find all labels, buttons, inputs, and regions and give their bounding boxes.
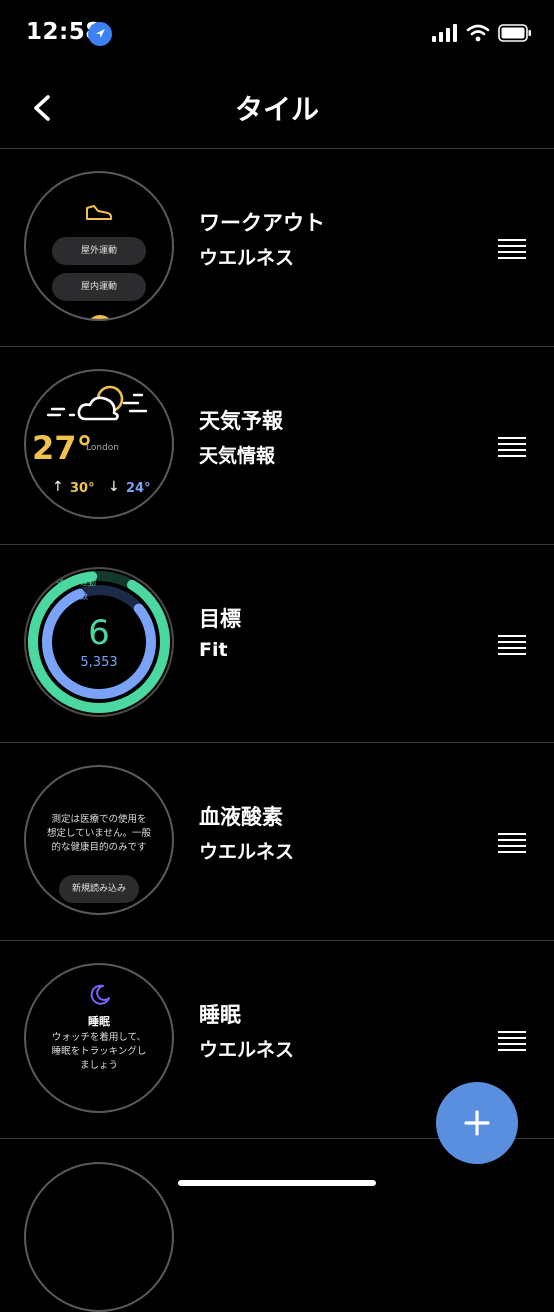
tile-category: 天気情報 (199, 445, 276, 467)
drag-handle-icon[interactable] (498, 437, 526, 459)
tile-row-blood-oxygen[interactable]: 測定は医療での使用を 想定していません。一般 的な健康目的のみです 新規読み込み… (0, 743, 554, 941)
preview-sleep-title: 睡眠 (88, 1015, 110, 1028)
preview-ring-inner-label: 歩数 (72, 592, 88, 601)
shoe-icon (86, 205, 113, 220)
preview-high-temp: 30° (70, 481, 95, 496)
cellular-signal-icon (432, 24, 457, 42)
tile-preview-workout: 屋外運動 屋内運動 (24, 171, 174, 321)
preview-city: London (86, 443, 119, 453)
preview-new-reading-button: 新規読み込み (59, 875, 139, 903)
preview-indoor-button: 屋内運動 (52, 273, 146, 301)
tile-preview-goals: 強めの運動 歩数 6 5,353 (24, 567, 174, 717)
preview-temperature: 27° (32, 429, 93, 467)
tile-name: 血液酸素 (199, 805, 283, 829)
plus-icon (464, 1110, 490, 1136)
add-tile-button[interactable] (436, 1082, 518, 1164)
tile-preview-sleep: 睡眠 ウォッチを着用して、 睡眠をトラッキングし ましょう (24, 963, 174, 1113)
tile-name: ワークアウト (199, 211, 325, 235)
location-arrow-icon (88, 22, 112, 46)
partly-cloudy-icon (46, 385, 148, 421)
tile-preview-weather: 27° London ↑ 30° ↓ 24° (24, 369, 174, 519)
tile-row-weather[interactable]: 27° London ↑ 30° ↓ 24° 天気予報 天気情報 (0, 347, 554, 545)
drag-handle-icon[interactable] (498, 1031, 526, 1053)
wifi-icon (466, 24, 490, 42)
nav-bar: タイル (0, 70, 554, 148)
battery-icon (498, 24, 531, 42)
tile-category: ウエルネス (199, 247, 295, 269)
tile-name: 目標 (199, 607, 241, 631)
tile-row-goals[interactable]: 強めの運動 歩数 6 5,353 目標 Fit (0, 545, 554, 743)
tile-preview-next (24, 1162, 174, 1312)
preview-ring-outer-label: 強めの運動 (56, 578, 96, 587)
tile-category: Fit (199, 639, 228, 661)
page-title: タイル (234, 93, 319, 126)
tile-category: ウエルネス (199, 841, 295, 863)
preview-steps: 5,353 (80, 655, 118, 670)
drag-handle-icon[interactable] (498, 635, 526, 657)
home-indicator (178, 1180, 376, 1186)
status-indicators (432, 24, 532, 42)
tile-preview-blood-oxygen: 測定は医療での使用を 想定していません。一般 的な健康目的のみです 新規読み込み (24, 765, 174, 915)
arrow-up-icon: ↑ (52, 479, 64, 495)
preview-message: ウォッチを着用して、 睡眠をトラッキングし ましょう (51, 1032, 147, 1071)
preview-outdoor-button: 屋外運動 (52, 237, 146, 265)
tile-name: 天気予報 (199, 409, 283, 433)
bar-chart-icon (86, 315, 114, 319)
tile-row-workout[interactable]: 屋外運動 屋内運動 ワークアウト ウエルネス (0, 149, 554, 347)
preview-low-temp: 24° (126, 481, 151, 496)
preview-points: 6 (88, 613, 110, 653)
status-bar: 12:58 (0, 0, 554, 68)
tile-name: 睡眠 (199, 1003, 241, 1027)
preview-message: 測定は医療での使用を 想定していません。一般 的な健康目的のみです (47, 814, 151, 853)
tile-category: ウエルネス (199, 1039, 295, 1061)
drag-handle-icon[interactable] (498, 833, 526, 855)
arrow-down-icon: ↓ (108, 479, 120, 495)
moon-icon (90, 984, 110, 1005)
drag-handle-icon[interactable] (498, 239, 526, 261)
